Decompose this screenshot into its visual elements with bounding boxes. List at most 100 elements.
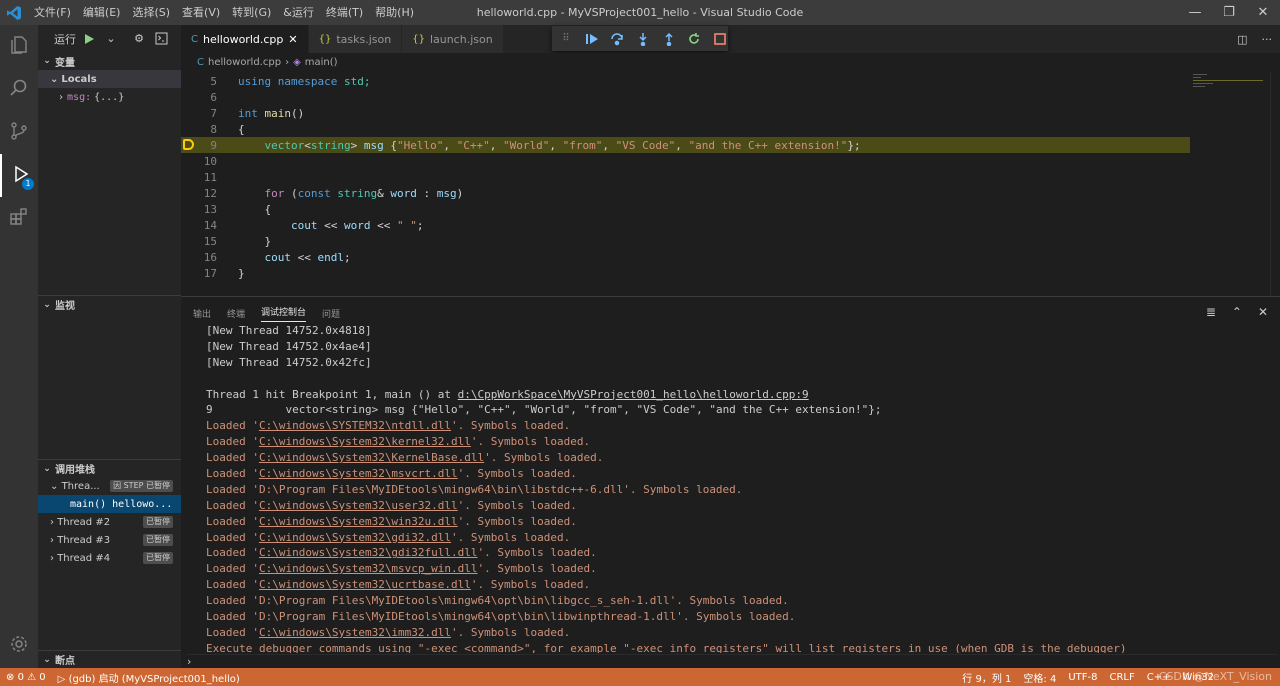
console-link[interactable]: C:\windows\System32\KernelBase.dll <box>259 451 484 464</box>
console-text: [New Thread 14752.0x42fc] <box>206 355 372 369</box>
debug-console-input[interactable]: › <box>187 654 1277 668</box>
tab-output[interactable]: 输出 <box>193 307 211 320</box>
panel-actions: ≣ ⌃ ✕ <box>1206 305 1268 319</box>
breakpoints-section-header[interactable]: ⌄ 断点 <box>38 650 181 668</box>
line-number: 14 <box>203 218 217 232</box>
line-number: 8 <box>210 122 217 136</box>
continue-button[interactable] <box>584 31 600 47</box>
prompt-chevron-icon: › <box>187 655 192 668</box>
minimize-button[interactable]: — <box>1178 0 1212 25</box>
launch-config-label: (gdb) 启动 (MyVSProject001_hello) <box>68 673 240 685</box>
search-activity[interactable] <box>0 68 38 111</box>
thread-row[interactable]: ⌄ Threa... 因 STEP 已暂停 <box>38 477 181 495</box>
console-link[interactable]: C:\windows\SYSTEM32\ntdll.dll <box>259 419 451 432</box>
problems-status[interactable]: ⊗ 0 ⚠ 0 <box>0 672 52 683</box>
gear-icon <box>9 634 29 657</box>
maximize-button[interactable]: ❐ <box>1212 0 1246 25</box>
maximize-panel-icon[interactable]: ⌃ <box>1232 305 1242 319</box>
console-link[interactable]: C:\windows\System32\gdi32full.dll <box>259 546 478 559</box>
console-link[interactable]: C:\windows\System32\gdi32.dll <box>259 531 451 544</box>
thread-row[interactable]: › Thread #2 已暂停 <box>38 513 181 531</box>
step-out-button[interactable] <box>661 31 677 47</box>
debug-console-button[interactable] <box>152 30 170 48</box>
locals-scope[interactable]: ⌄ Locals <box>38 70 181 88</box>
minimap[interactable] <box>1193 72 1273 102</box>
indentation-status[interactable]: 空格: 4 <box>1017 670 1062 685</box>
thread-row[interactable]: › Thread #3 已暂停 <box>38 531 181 549</box>
watch-section-header[interactable]: ⌄ 监视 <box>38 295 181 313</box>
debug-console-output[interactable]: [New Thread 14752.0x4818] [New Thread 147… <box>206 323 1276 653</box>
breadcrumb-symbol[interactable]: main() <box>305 57 338 68</box>
callstack-section-header[interactable]: ⌄ 调用堆栈 <box>38 459 181 477</box>
console-link[interactable]: C:\windows\System32\kernel32.dll <box>259 435 471 448</box>
thread-row[interactable]: › Thread #4 已暂停 <box>38 549 181 567</box>
open-launch-json-button[interactable]: ⚙ <box>130 30 148 48</box>
console-link[interactable]: C:\windows\System32\msvcp_win.dll <box>259 562 478 575</box>
variables-section-header[interactable]: ⌄ 变量 <box>38 52 181 70</box>
eol-status[interactable]: CRLF <box>1103 672 1140 683</box>
menu-run[interactable]: &运行 <box>277 0 320 25</box>
launch-config-dropdown[interactable]: ⌄ <box>102 30 120 48</box>
explorer-activity[interactable] <box>0 25 38 68</box>
source-control-activity[interactable] <box>0 111 38 154</box>
code-line: 11 <box>181 169 1190 185</box>
code-token: vector <box>264 138 305 152</box>
close-tab-icon[interactable]: ✕ <box>288 33 297 46</box>
tab-launch-json[interactable]: {} launch.json <box>402 25 504 53</box>
split-editor-icon[interactable]: ◫ <box>1237 33 1247 46</box>
tab-terminal[interactable]: 终端 <box>227 307 245 320</box>
console-text: Loaded ' <box>206 625 259 639</box>
console-link[interactable]: C:\windows\System32\win32u.dll <box>259 515 458 528</box>
step-into-button[interactable] <box>635 31 651 47</box>
console-link[interactable]: C:\windows\System32\msvcrt.dll <box>259 467 458 480</box>
menu-help[interactable]: 帮助(H) <box>369 0 420 25</box>
chevron-down-icon: ⌄ <box>50 73 59 85</box>
menu-terminal[interactable]: 终端(T) <box>320 0 369 25</box>
close-panel-icon[interactable]: ✕ <box>1258 305 1268 319</box>
console-text: Loaded 'D:\Program Files\MyIDEtools\ming… <box>206 610 796 624</box>
manage-gear-button[interactable] <box>0 626 38 664</box>
tab-problems[interactable]: 问题 <box>322 307 340 320</box>
thread-label: Thread #4 <box>57 552 111 564</box>
console-link[interactable]: C:\windows\System32\imm32.dll <box>259 626 451 639</box>
menu-file[interactable]: 文件(F) <box>28 0 77 25</box>
restart-button[interactable] <box>687 31 703 47</box>
step-over-button[interactable] <box>609 31 625 47</box>
code-editor[interactable]: 5 using namespace std; 6 7 int main() 8 … <box>181 72 1280 296</box>
console-text: '. Symbols loaded. <box>457 467 577 481</box>
breadcrumb-file[interactable]: helloworld.cpp <box>208 57 281 68</box>
start-debugging-button[interactable] <box>80 30 98 48</box>
run-debug-activity[interactable]: 1 <box>0 154 38 197</box>
thread-label: Threa... <box>61 480 100 492</box>
tab-tasks-json[interactable]: {} tasks.json <box>308 25 403 53</box>
menu-selection[interactable]: 选择(S) <box>126 0 176 25</box>
console-link[interactable]: C:\windows\System32\ucrtbase.dll <box>259 578 471 591</box>
extensions-activity[interactable] <box>0 197 38 240</box>
stack-frame-main[interactable]: main() hellowo... <box>38 495 181 513</box>
console-link[interactable]: C:\windows\System32\user32.dll <box>259 499 458 512</box>
breakpoint-arrow-icon[interactable] <box>183 139 194 150</box>
console-text: Loaded ' <box>206 498 259 512</box>
code-token: "World" <box>502 138 550 152</box>
line-number: 15 <box>203 234 217 248</box>
tab-debug-console[interactable]: 调试控制台 <box>261 305 307 322</box>
drag-handle-icon[interactable]: ⠿ <box>558 31 574 47</box>
clear-console-icon[interactable]: ≣ <box>1206 305 1216 319</box>
menu-go[interactable]: 转到(G) <box>226 0 277 25</box>
thread-status-badge: 已暂停 <box>143 534 173 546</box>
close-window-button[interactable]: ✕ <box>1246 0 1280 25</box>
encoding-status[interactable]: UTF-8 <box>1062 672 1103 683</box>
stop-button[interactable] <box>712 31 728 47</box>
cursor-position[interactable]: 行 9，列 1 <box>956 670 1017 685</box>
menu-edit[interactable]: 编辑(E) <box>77 0 127 25</box>
launch-config-status[interactable]: ▷ (gdb) 启动 (MyVSProject001_hello) <box>52 670 246 685</box>
menu-view[interactable]: 查看(V) <box>176 0 226 25</box>
debug-action-bar: ⠿ <box>552 26 728 51</box>
console-link[interactable]: d:\CppWorkSpace\MyVSProject001_hello\hel… <box>458 388 809 401</box>
tab-helloworld-cpp[interactable]: C helloworld.cpp ✕ <box>181 25 309 53</box>
variable-msg[interactable]: › msg: {...} <box>38 88 181 106</box>
console-text: '. Symbols loaded. <box>477 546 597 560</box>
more-actions-icon[interactable]: ··· <box>1262 33 1273 46</box>
editor-scrollbar[interactable] <box>1270 72 1280 296</box>
callstack-section: ⌄ 调用堆栈 ⌄ Threa... 因 STEP 已暂停 main() hell… <box>38 459 181 567</box>
